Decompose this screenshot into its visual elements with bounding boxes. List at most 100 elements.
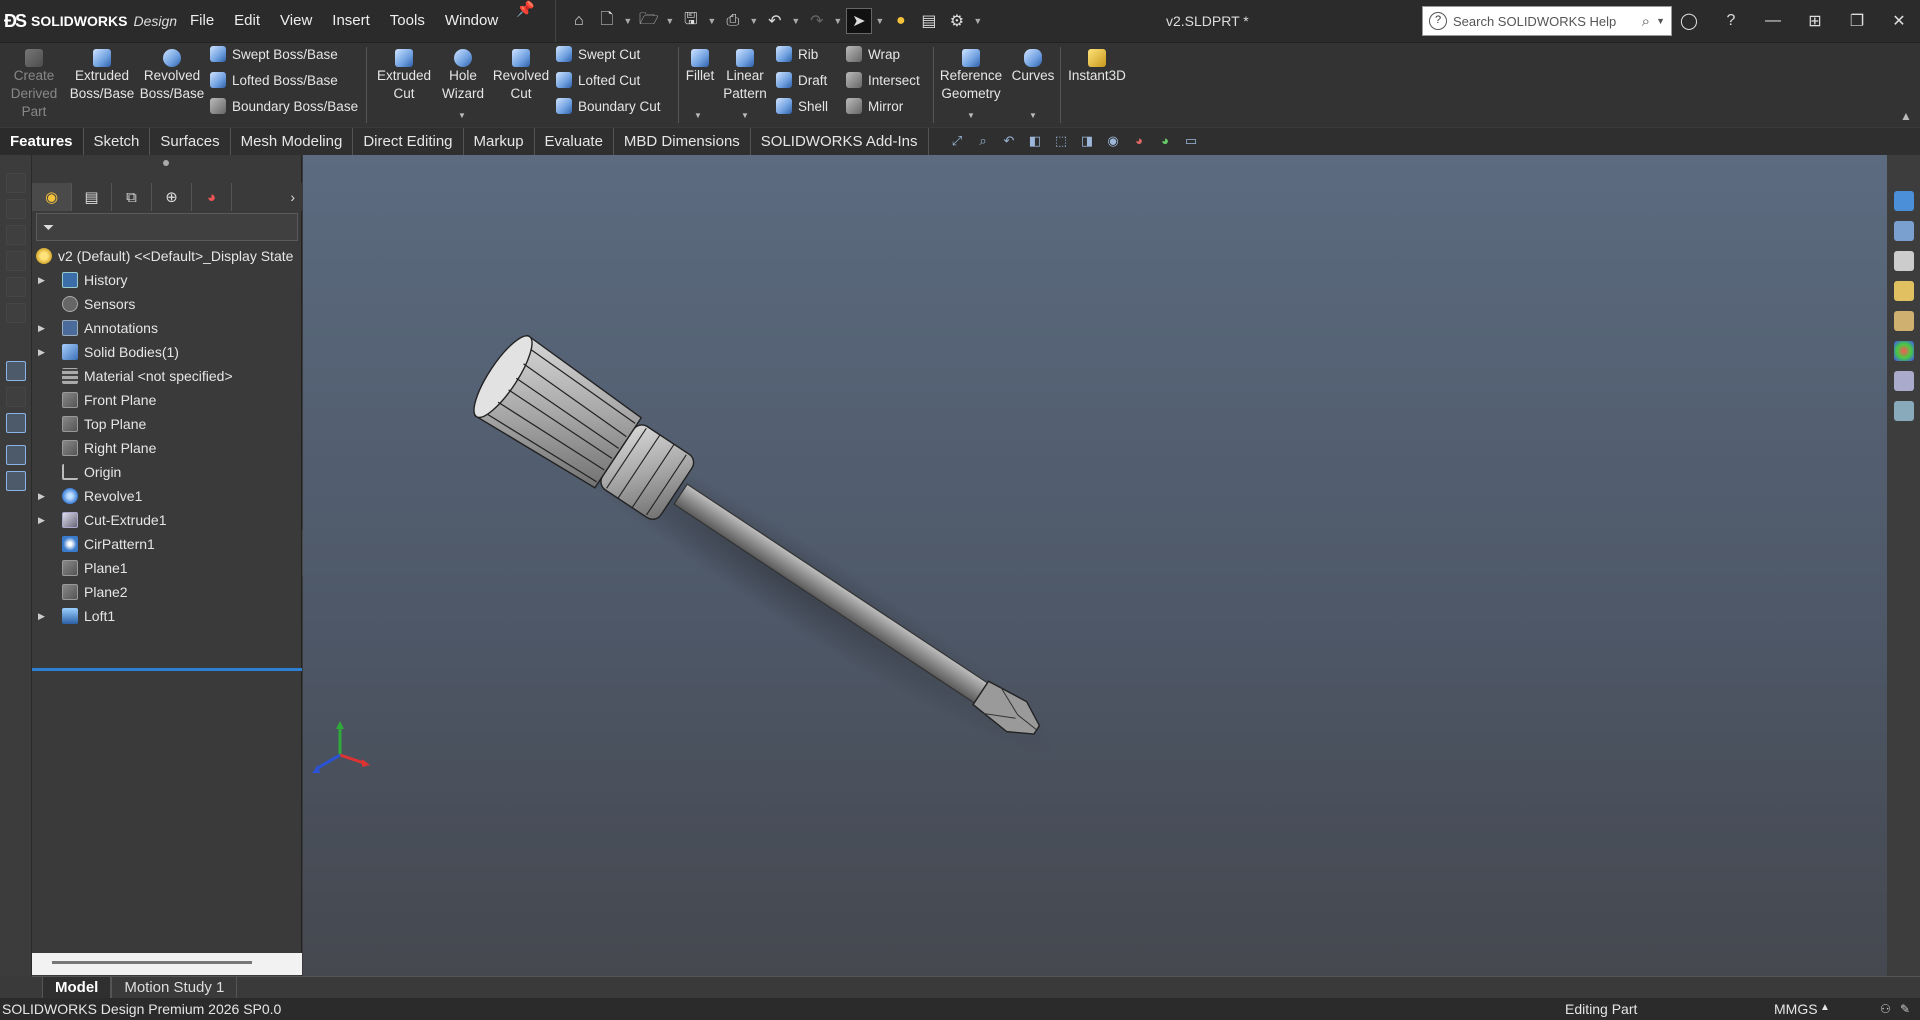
print-icon[interactable]: ⎙: [720, 8, 746, 34]
strip-tool-icon[interactable]: [6, 173, 26, 193]
expand-arrow-icon[interactable]: ▶: [38, 323, 50, 334]
strip-tool-icon[interactable]: [6, 199, 26, 219]
tab-mesh-modeling[interactable]: Mesh Modeling: [231, 128, 354, 155]
fillet-button[interactable]: Fillet: [682, 45, 718, 85]
hole-wizard-dropdown-icon[interactable]: ▼: [458, 111, 466, 120]
mirror-button[interactable]: Mirror: [846, 95, 903, 117]
forum-icon[interactable]: [1894, 401, 1914, 421]
file-properties-icon[interactable]: ▤: [916, 8, 942, 34]
expand-arrow-icon[interactable]: ▶: [38, 611, 50, 622]
tab-markup[interactable]: Markup: [464, 128, 535, 155]
undo-dropdown-icon[interactable]: ▼: [790, 16, 802, 26]
property-manager-tab-icon[interactable]: ▤: [72, 183, 112, 211]
linear-pattern-button[interactable]: Linear Pattern: [722, 45, 768, 103]
appearance-icon[interactable]: ◕: [1130, 132, 1148, 150]
hole-wizard-button[interactable]: Hole Wizard: [436, 45, 490, 103]
graphics-area[interactable]: [303, 155, 1887, 976]
tree-item[interactable]: Top Plane: [32, 412, 302, 436]
display-manager-tab-icon[interactable]: ◕: [192, 183, 232, 211]
home-icon[interactable]: ⌂: [566, 8, 592, 34]
tab-sketch[interactable]: Sketch: [84, 128, 151, 155]
more-tabs-arrow-icon[interactable]: ›: [290, 189, 295, 205]
menu-file[interactable]: File: [180, 0, 224, 42]
tree-item[interactable]: ▶ Annotations: [32, 316, 302, 340]
solidworks-resources-icon[interactable]: [1894, 191, 1914, 211]
tile-windows-icon[interactable]: ⊞: [1794, 0, 1836, 42]
linear-pattern-dropdown-icon[interactable]: ▼: [741, 111, 749, 120]
strip-tool-icon[interactable]: [6, 277, 26, 297]
display-style-icon[interactable]: ◨: [1078, 132, 1096, 150]
save-dropdown-icon[interactable]: ▼: [706, 16, 718, 26]
account-icon[interactable]: ◯: [1668, 0, 1710, 42]
open-dropdown-icon[interactable]: ▼: [664, 16, 676, 26]
appearances-icon[interactable]: [1894, 341, 1914, 361]
collapse-ribbon-icon[interactable]: ▲: [1900, 109, 1912, 123]
unit-system-selector[interactable]: MMGS: [1774, 1001, 1818, 1017]
tree-filter-field[interactable]: ⏷: [36, 213, 298, 241]
strip-tool-icon[interactable]: [6, 303, 26, 323]
units-dropdown-icon[interactable]: ▲: [1820, 1002, 1830, 1013]
strip-tool-icon[interactable]: [6, 361, 26, 381]
fillet-dropdown-icon[interactable]: ▼: [694, 111, 702, 120]
help-search-box[interactable]: ? Search SOLIDWORKS Help ⌕ ▼: [1422, 6, 1672, 36]
redo-dropdown-icon[interactable]: ▼: [832, 16, 844, 26]
select-cursor-icon[interactable]: ➤: [845, 8, 872, 34]
tree-item[interactable]: ▶ Cut-Extrude1: [32, 508, 302, 532]
redo-icon[interactable]: ↷: [804, 8, 830, 34]
print-dropdown-icon[interactable]: ▼: [748, 16, 760, 26]
strip-tool-icon[interactable]: [6, 387, 26, 407]
tab-mbd-dimensions[interactable]: MBD Dimensions: [614, 128, 751, 155]
instant3d-button[interactable]: Instant3D: [1064, 45, 1130, 85]
menu-insert[interactable]: Insert: [322, 0, 380, 42]
tab-solidworks-add-ins[interactable]: SOLIDWORKS Add-Ins: [751, 128, 929, 155]
tree-item[interactable]: CirPattern1: [32, 532, 302, 556]
boundary-cut-button[interactable]: Boundary Cut: [556, 95, 661, 117]
undo-icon[interactable]: ↶: [762, 8, 788, 34]
search-dropdown-icon[interactable]: ▼: [1656, 16, 1665, 26]
tree-item[interactable]: ▶ Revolve1: [32, 484, 302, 508]
new-dropdown-icon[interactable]: ▼: [622, 16, 634, 26]
panel-horizontal-scroll[interactable]: [32, 953, 302, 975]
strip-tool-icon[interactable]: [6, 413, 26, 433]
tree-item[interactable]: Material <not specified>: [32, 364, 302, 388]
intersect-button[interactable]: Intersect: [846, 69, 920, 91]
hide-show-items-icon[interactable]: ◉: [1104, 132, 1122, 150]
tree-root-part[interactable]: v2 (Default) <<Default>_Display State: [32, 244, 302, 268]
strip-tool-icon[interactable]: [6, 445, 26, 465]
view-orientation-icon[interactable]: ⬚: [1052, 132, 1070, 150]
save-icon[interactable]: 🖫: [678, 8, 704, 34]
wrap-button[interactable]: Wrap: [846, 43, 900, 65]
select-dropdown-icon[interactable]: ▼: [874, 16, 886, 26]
file-explorer-icon[interactable]: [1894, 281, 1914, 301]
tab-model[interactable]: Model: [42, 977, 112, 999]
tree-item[interactable]: Origin: [32, 460, 302, 484]
pin-menu-icon[interactable]: 📌: [508, 0, 543, 42]
menu-tools[interactable]: Tools: [380, 0, 435, 42]
tab-evaluate[interactable]: Evaluate: [535, 128, 614, 155]
panel-grip-icon[interactable]: [163, 160, 169, 166]
close-icon[interactable]: ✕: [1878, 0, 1920, 42]
tree-item[interactable]: Plane2: [32, 580, 302, 604]
options-dropdown-icon[interactable]: ▼: [972, 16, 984, 26]
menu-view[interactable]: View: [270, 0, 322, 42]
menu-window[interactable]: Window: [435, 0, 508, 42]
tab-motion-study[interactable]: Motion Study 1: [111, 977, 238, 999]
extruded-cut-button[interactable]: Extruded Cut: [372, 45, 436, 103]
tab-direct-editing[interactable]: Direct Editing: [353, 128, 464, 155]
strip-tool-icon[interactable]: [6, 251, 26, 271]
revolved-cut-button[interactable]: Revolved Cut: [492, 45, 550, 103]
curves-button[interactable]: Curves: [1008, 45, 1058, 85]
lofted-boss-button[interactable]: Lofted Boss/Base: [210, 69, 338, 91]
tree-item[interactable]: ▶ Solid Bodies(1): [32, 340, 302, 364]
strip-tool-icon[interactable]: [6, 225, 26, 245]
dimxpert-manager-tab-icon[interactable]: ⊕: [152, 183, 192, 211]
tree-item[interactable]: ▶ History: [32, 268, 302, 292]
model-view[interactable]: [303, 155, 1887, 976]
reference-geometry-dropdown-icon[interactable]: ▼: [967, 111, 975, 120]
options-gear-icon[interactable]: ⚙: [944, 8, 970, 34]
draft-button[interactable]: Draft: [776, 69, 827, 91]
customize-status-icon[interactable]: ✎: [1900, 1002, 1914, 1016]
open-folder-icon[interactable]: 🗁: [636, 8, 662, 34]
tree-item[interactable]: ▶ Loft1: [32, 604, 302, 628]
custom-properties-icon[interactable]: [1894, 371, 1914, 391]
